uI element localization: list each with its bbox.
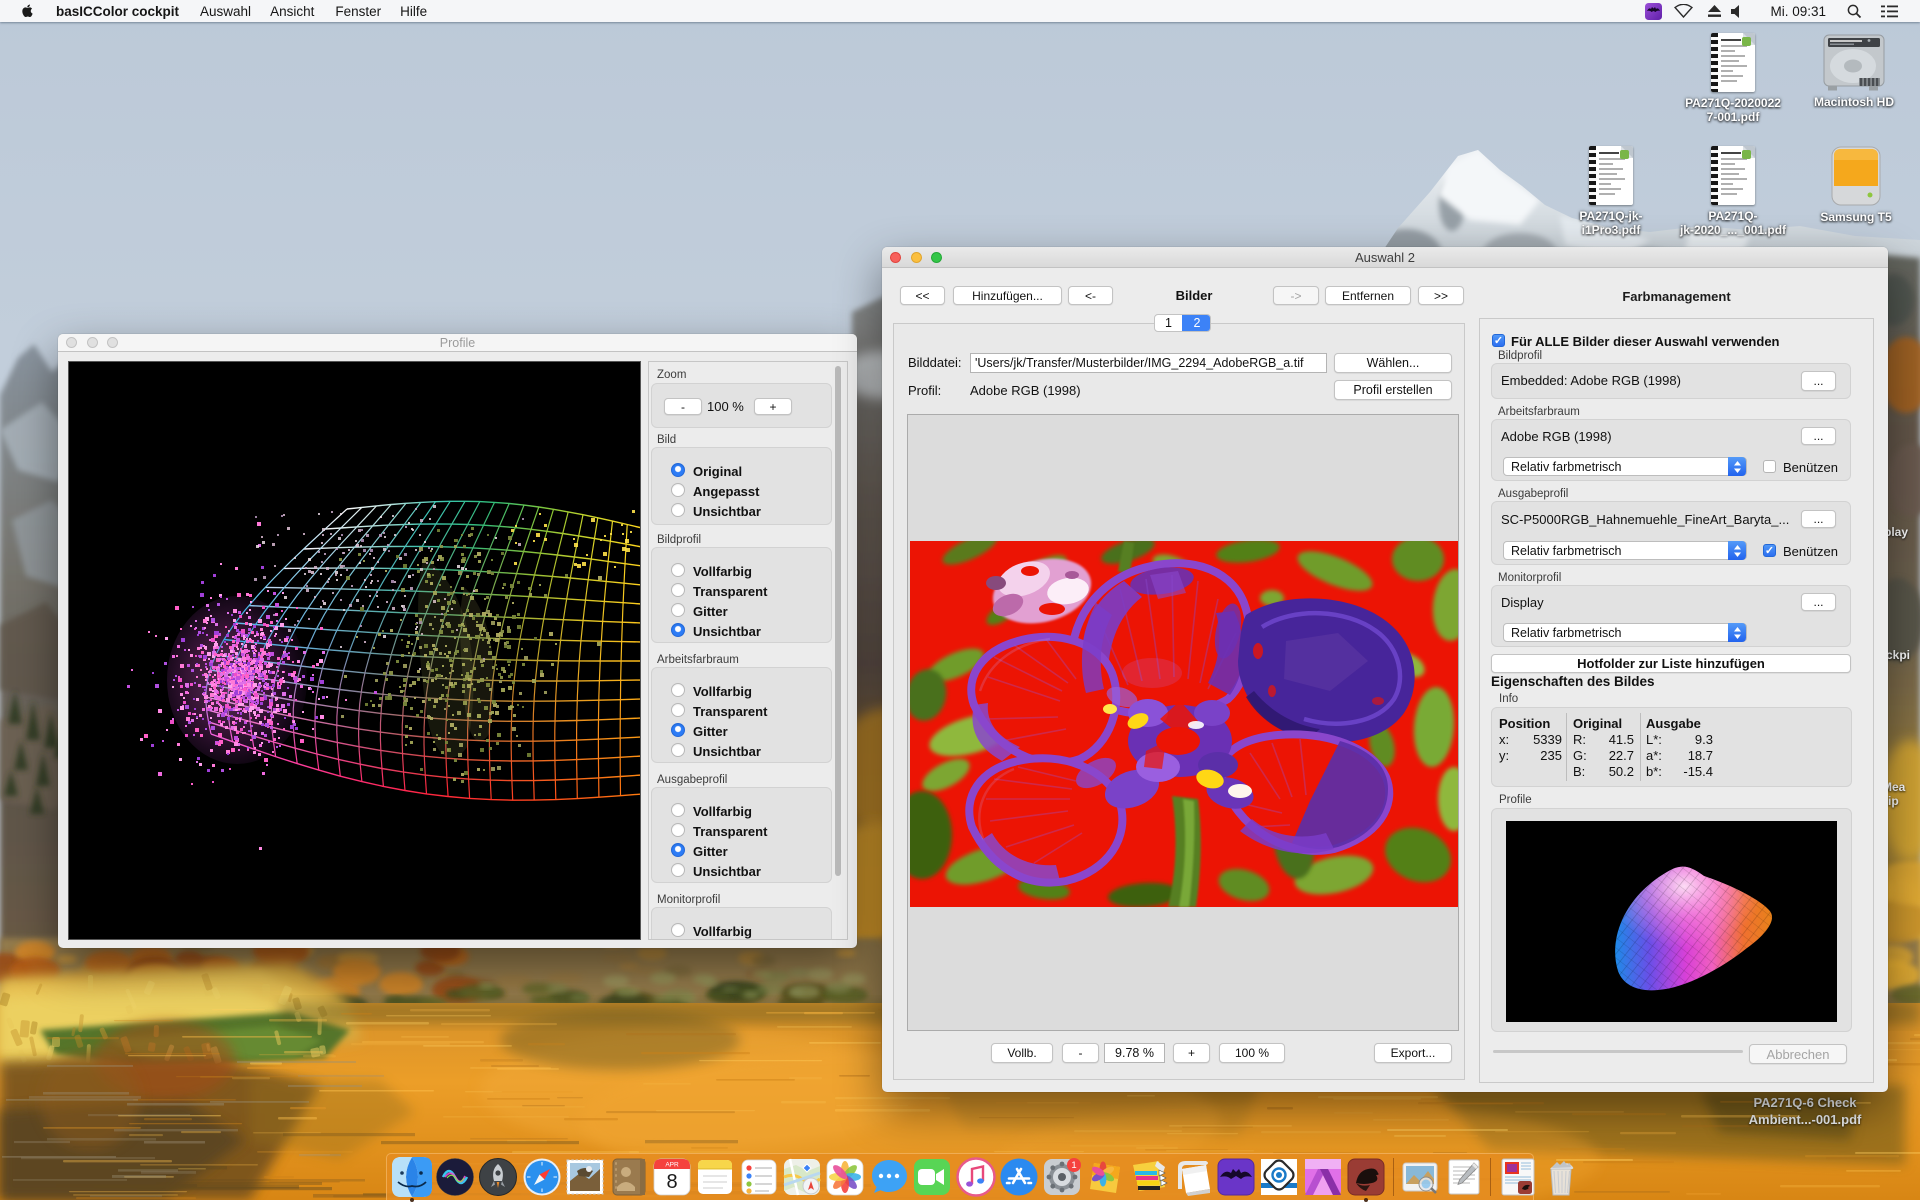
svg-text:8: 8 [666,1171,677,1193]
svg-text:1: 1 [1072,1160,1077,1171]
svg-text:APR: APR [665,1162,679,1169]
